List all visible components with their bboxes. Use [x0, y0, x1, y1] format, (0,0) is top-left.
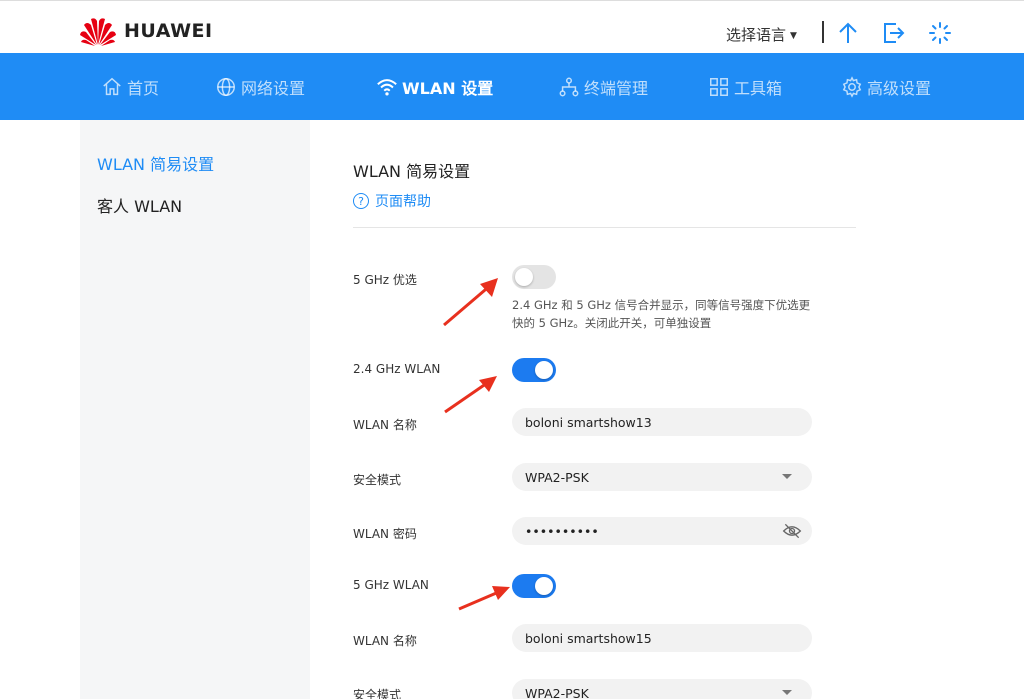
eye-hidden-icon[interactable]: [782, 522, 802, 540]
wlan24-password-label: WLAN 密码: [353, 527, 417, 541]
network-tree-icon: [559, 77, 579, 96]
wlan24-password-value: ••••••••••: [525, 523, 599, 539]
huawei-logo: HUAWEI: [78, 15, 213, 47]
wlan5-security-label: 安全模式: [353, 688, 402, 699]
header-divider: [822, 21, 824, 43]
annotation-arrow-icon: [458, 586, 510, 611]
band-steering-label: 5 GHz 优选: [353, 273, 417, 287]
wlan24-label: 2.4 GHz WLAN: [353, 362, 441, 376]
language-selector[interactable]: 选择语言 ▼: [726, 24, 797, 45]
wlan5-security-select[interactable]: WPA2-PSK: [512, 679, 812, 699]
wlan24-toggle[interactable]: [512, 358, 556, 382]
grid-icon: [710, 77, 728, 96]
divider: [353, 227, 856, 228]
nav-devices-label: 终端管理: [584, 78, 649, 98]
wlan5-security-value: WPA2-PSK: [525, 685, 589, 699]
help-icon: ?: [353, 193, 369, 209]
logout-icon[interactable]: [882, 21, 906, 45]
nav-wlan[interactable]: WLAN 设置: [376, 53, 493, 120]
wlan24-security-label: 安全模式: [353, 473, 402, 487]
nav-advanced-label: 高级设置: [867, 78, 932, 98]
wlan24-name-input[interactable]: boloni smartshow13: [512, 408, 812, 436]
sidebar-item-guest-wlan[interactable]: 客人 WLAN: [97, 193, 182, 217]
nav-home-label: 首页: [127, 78, 160, 98]
top-header: HUAWEI 选择语言 ▼: [0, 0, 1024, 53]
toggle-knob: [535, 361, 553, 379]
huawei-flower-icon: [80, 18, 116, 46]
toggle-knob: [535, 577, 553, 595]
wlan24-name-value: boloni smartshow13: [525, 414, 652, 430]
wlan5-name-label: WLAN 名称: [353, 634, 417, 648]
sidebar: WLAN 简易设置 客人 WLAN: [80, 120, 310, 699]
nav-network[interactable]: 网络设置: [215, 53, 305, 120]
wlan5-toggle[interactable]: [512, 574, 556, 598]
brand-name: HUAWEI: [124, 20, 213, 42]
wifi-icon: [377, 78, 397, 96]
caret-down-icon: ▼: [790, 30, 797, 41]
wlan5-label: 5 GHz WLAN: [353, 578, 429, 592]
wlan24-security-select[interactable]: WPA2-PSK: [512, 463, 812, 491]
upgrade-icon[interactable]: [836, 21, 860, 45]
nav-devices[interactable]: 终端管理: [558, 53, 648, 120]
band-steering-toggle[interactable]: [512, 265, 556, 289]
home-icon: [103, 77, 121, 95]
nav-toolbox-label: 工具箱: [734, 78, 783, 98]
band-steering-hint: 2.4 GHz 和 5 GHz 信号合并显示，同等信号强度下优选更快的 5 GH…: [512, 298, 811, 330]
wlan24-name-label: WLAN 名称: [353, 418, 417, 432]
page-help-label: 页面帮助: [375, 194, 431, 210]
page-help-link[interactable]: ? 页面帮助: [353, 191, 431, 211]
annotation-arrow-icon: [443, 278, 498, 327]
annotation-arrow-icon: [444, 376, 497, 414]
language-label: 选择语言: [726, 26, 787, 44]
loading-spinner-icon: [929, 22, 951, 44]
wlan5-name-input[interactable]: boloni smartshow15: [512, 624, 812, 652]
globe-icon: [217, 77, 235, 96]
main-nav: 首页 网络设置 WLAN 设置 终端管理 工具箱 高级设置: [0, 53, 1024, 120]
sidebar-item-wlan-simple[interactable]: WLAN 简易设置: [97, 151, 214, 175]
wlan24-security-value: WPA2-PSK: [525, 469, 589, 485]
nav-advanced[interactable]: 高级设置: [841, 53, 931, 120]
wlan24-password-input[interactable]: ••••••••••: [512, 517, 812, 545]
nav-network-label: 网络设置: [241, 78, 306, 98]
page-title: WLAN 简易设置: [353, 162, 471, 181]
nav-wlan-label: WLAN 设置: [402, 78, 494, 98]
toggle-knob: [515, 268, 533, 286]
nav-toolbox[interactable]: 工具箱: [708, 53, 782, 120]
chevron-down-icon: [782, 474, 792, 479]
wlan5-name-value: boloni smartshow15: [525, 630, 652, 646]
gear-icon: [842, 75, 862, 98]
nav-home[interactable]: 首页: [101, 53, 159, 120]
chevron-down-icon: [782, 690, 792, 695]
